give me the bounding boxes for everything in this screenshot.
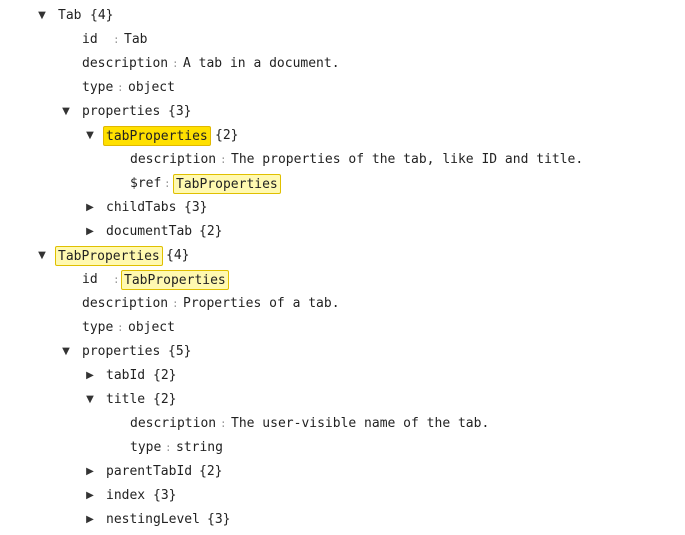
tree-count: {2}: [199, 464, 223, 479]
caret-down-icon[interactable]: ▼: [84, 388, 96, 412]
tree-count: {4}: [166, 248, 190, 263]
tree-key: TabProperties: [58, 249, 160, 264]
tree-count: {2}: [215, 128, 239, 143]
tree-value: Properties of a tab.: [183, 296, 340, 311]
key-value-separator: :: [117, 81, 124, 94]
tree-count: {3}: [153, 488, 177, 503]
caret-right-icon[interactable]: ▶: [84, 460, 96, 484]
tree-key: description: [130, 152, 217, 167]
tree-value: The user-visible name of the tab.: [231, 416, 490, 431]
tree-value: string: [176, 440, 223, 455]
tree-key: documentTab: [106, 224, 193, 239]
tree-key: tabProperties: [106, 129, 208, 144]
search-highlight: tabProperties: [103, 126, 211, 146]
caret-right-icon[interactable]: ▶: [84, 508, 96, 532]
tree-key: tabId: [106, 368, 146, 383]
tree-key: description: [82, 296, 169, 311]
tree-count: {2}: [153, 368, 177, 383]
tree-count: {3}: [184, 200, 208, 215]
tree-count: {2}: [199, 224, 223, 239]
tree-key: childTabs: [106, 200, 177, 215]
caret-right-icon[interactable]: ▶: [84, 364, 96, 388]
tree-key: id: [82, 32, 98, 47]
tree-count: {3}: [168, 104, 192, 119]
key-value-separator: :: [220, 417, 227, 430]
tree-count: {2}: [153, 392, 177, 407]
tree-key: nestingLevel: [106, 512, 200, 527]
key-value-separator: :: [113, 273, 120, 286]
tree-key: properties: [82, 344, 161, 359]
tree-count: {4}: [90, 8, 114, 23]
tree-value: The properties of the tab, like ID and t…: [231, 152, 584, 167]
tree-key: type: [130, 440, 162, 455]
search-highlight: TabProperties: [173, 174, 281, 194]
tree-key: id: [82, 272, 98, 287]
tree-value: TabProperties: [176, 177, 278, 192]
search-highlight: TabProperties: [55, 246, 163, 266]
tree-key: type: [82, 320, 114, 335]
tree-key: properties: [82, 104, 161, 119]
key-value-separator: :: [117, 321, 124, 334]
caret-down-icon[interactable]: ▼: [84, 124, 96, 148]
caret-right-icon[interactable]: ▶: [84, 484, 96, 508]
caret-down-icon[interactable]: ▼: [36, 244, 48, 268]
tree-key: parentTabId: [106, 464, 193, 479]
tree-key: description: [82, 56, 169, 71]
key-value-separator: :: [164, 177, 171, 190]
caret-down-icon[interactable]: ▼: [60, 340, 72, 364]
tree-value: Tab: [124, 32, 148, 47]
tree-value: A tab in a document.: [183, 56, 340, 71]
tree-key: $ref: [130, 176, 162, 191]
tree-key: Tab: [58, 8, 82, 23]
tree-count: {3}: [207, 512, 231, 527]
key-value-separator: :: [172, 57, 179, 70]
tree-key: index: [106, 488, 146, 503]
tree-value: object: [128, 80, 175, 95]
tree-value: TabProperties: [124, 273, 226, 288]
key-value-separator: :: [172, 297, 179, 310]
key-value-separator: :: [165, 441, 172, 454]
key-value-separator: :: [220, 153, 227, 166]
tree-count: {5}: [168, 344, 192, 359]
caret-down-icon[interactable]: ▼: [60, 100, 72, 124]
tree-key: description: [130, 416, 217, 431]
tree-key: type: [82, 80, 114, 95]
caret-right-icon[interactable]: ▶: [84, 196, 96, 220]
tree-key: title: [106, 392, 146, 407]
caret-right-icon[interactable]: ▶: [84, 220, 96, 244]
json-tree-view: ▼ Tab {4} id : Tab description : A tab i…: [0, 0, 685, 535]
caret-down-icon[interactable]: ▼: [36, 4, 48, 28]
key-value-separator: :: [113, 33, 120, 46]
tree-value: object: [128, 320, 175, 335]
search-highlight: TabProperties: [121, 270, 229, 290]
